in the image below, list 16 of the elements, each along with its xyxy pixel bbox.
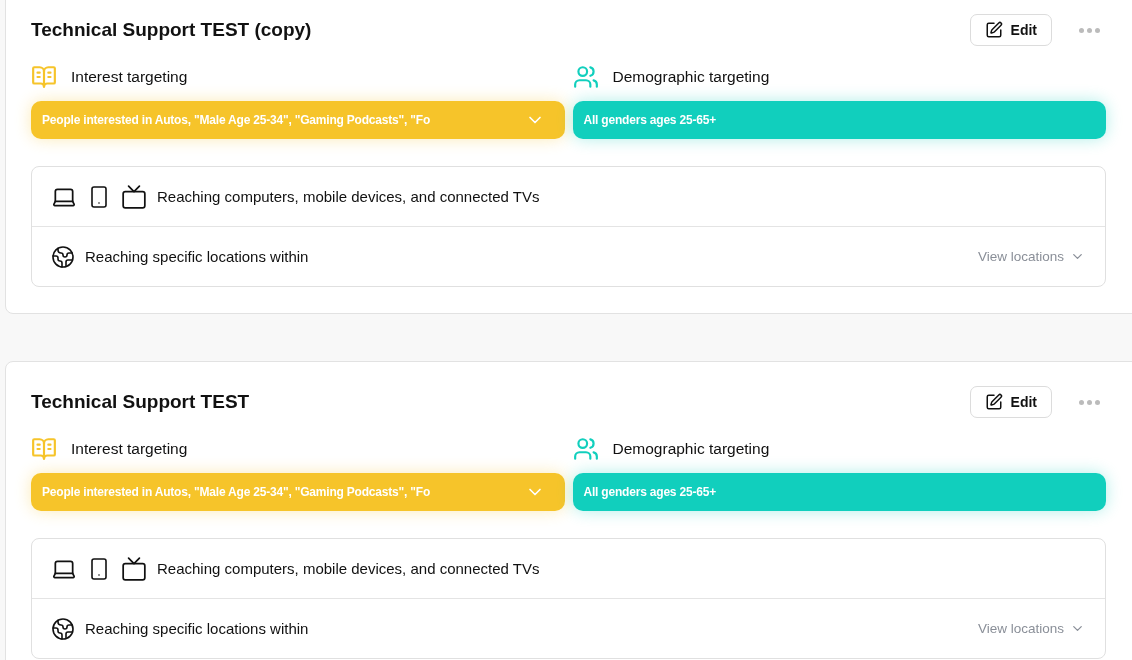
targeting-label: Interest targeting bbox=[71, 68, 188, 86]
demographic-summary: All genders ages 25-65+ bbox=[572, 101, 1106, 139]
reach-text: Reaching computers, mobile devices, and connected TVs bbox=[157, 560, 541, 577]
edit-button[interactable]: Edit bbox=[969, 386, 1052, 418]
view-locations-link[interactable]: View locations bbox=[977, 621, 1085, 636]
edit-button[interactable]: Edit bbox=[969, 14, 1052, 46]
reach-text: Reaching specific locations within bbox=[85, 620, 310, 637]
reach-text: Reaching computers, mobile devices, and connected TVs bbox=[157, 188, 541, 205]
targeting-label: Demographic targeting bbox=[612, 440, 770, 458]
view-locations-link[interactable]: View locations bbox=[977, 249, 1085, 264]
reach-text: Reaching specific locations within bbox=[85, 248, 310, 265]
campaign-title: Technical Support TEST bbox=[31, 391, 251, 413]
campaign-title: Technical Support TEST (copy) bbox=[31, 19, 313, 41]
demographic-summary: All genders ages 25-65+ bbox=[572, 473, 1106, 511]
targeting-label: Demographic targeting bbox=[612, 68, 770, 86]
targeting-label: Interest targeting bbox=[71, 440, 188, 458]
